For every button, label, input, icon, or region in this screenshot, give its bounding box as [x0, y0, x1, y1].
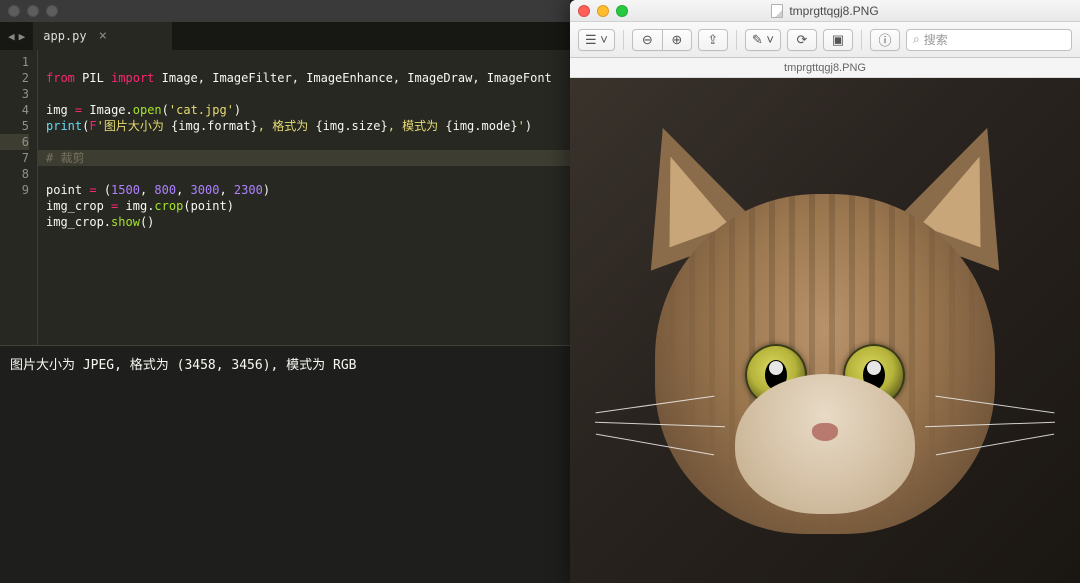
preview-window: tmprgttqgj8.PNG ☰ ˅ ⊖ ⊕ ⇪ ✎ ˅ ⟳ ▣ ⓘ ⌕ 搜索… — [570, 0, 1080, 583]
separator — [861, 30, 862, 50]
close-icon[interactable] — [8, 5, 20, 17]
op-eq: = — [75, 103, 82, 117]
import-names: Image, ImageFilter, ImageEnhance, ImageD… — [162, 71, 552, 85]
line-number: 6 — [0, 134, 29, 150]
nav-forward-icon[interactable]: ▶ — [19, 30, 26, 43]
num: 800 — [154, 183, 176, 197]
info-button[interactable]: ⓘ — [870, 29, 900, 51]
fexp: {img.format} — [171, 119, 258, 133]
comment: # 裁剪 — [46, 151, 84, 165]
markup-button[interactable]: ✎ ˅ — [745, 29, 781, 51]
image-viewport[interactable] — [570, 78, 1080, 583]
markup-icon: ✎ — [752, 32, 763, 48]
share-icon: ⇪ — [707, 32, 718, 48]
minimize-icon[interactable] — [27, 5, 39, 17]
search-icon: ⌕ — [913, 32, 920, 47]
line-number: 1 — [0, 54, 29, 70]
preview-toolbar: ☰ ˅ ⊖ ⊕ ⇪ ✎ ˅ ⟳ ▣ ⓘ ⌕ 搜索 — [570, 22, 1080, 58]
separator — [736, 30, 737, 50]
zoom-out-icon: ⊖ — [642, 32, 653, 48]
close-icon[interactable] — [578, 5, 590, 17]
tab-bar: ◀ ▶ app.py × — [0, 22, 570, 50]
zoom-out-button[interactable]: ⊖ — [632, 29, 662, 51]
line-number: 5 — [0, 118, 29, 134]
title-filename: tmprgttqgj8.PNG — [789, 4, 878, 18]
fexp: {img.mode} — [445, 119, 517, 133]
search-input[interactable]: ⌕ 搜索 — [906, 29, 1072, 51]
pkg: PIL — [82, 71, 104, 85]
line-number: 2 — [0, 70, 29, 86]
window-title: tmprgttqgj8.PNG — [570, 4, 1080, 18]
fexp: {img.size} — [315, 119, 387, 133]
crop-button[interactable]: ▣ — [823, 29, 853, 51]
line-number: 7 — [0, 150, 29, 166]
line-number: 3 — [0, 86, 29, 102]
kw-from: from — [46, 71, 75, 85]
obj: img_crop — [46, 215, 104, 229]
num: 3000 — [191, 183, 220, 197]
maximize-icon[interactable] — [46, 5, 58, 17]
fn-show: show — [111, 215, 140, 229]
tab-label: app.py — [43, 29, 86, 43]
kw-import: import — [111, 71, 154, 85]
code-area[interactable]: from PIL import Image, ImageFilter, Imag… — [38, 50, 570, 345]
line-number: 9 — [0, 182, 29, 198]
cat-image — [605, 124, 1045, 583]
str-arg: 'cat.jpg' — [169, 103, 234, 117]
fn-open: open — [133, 103, 162, 117]
rotate-icon: ⟳ — [797, 32, 808, 48]
console-output: 图片大小为 JPEG, 格式为 (3458, 3456), 模式为 RGB — [10, 354, 560, 373]
num: 2300 — [234, 183, 263, 197]
search-placeholder: 搜索 — [924, 31, 948, 48]
str: , 格式为 — [258, 119, 316, 133]
zoom-in-icon: ⊕ — [671, 32, 682, 48]
preview-titlebar[interactable]: tmprgttqgj8.PNG — [570, 0, 1080, 22]
info-icon: ⓘ — [878, 30, 891, 49]
sidebar-toggle-button[interactable]: ☰ ˅ — [578, 29, 615, 51]
str: , 模式为 — [388, 119, 446, 133]
editor-body: 1 2 3 4 5 6 7 8 9 from PIL import Image,… — [0, 50, 570, 345]
path-bar: tmprgttqgj8.PNG — [570, 58, 1080, 78]
minimize-icon[interactable] — [597, 5, 609, 17]
var: img — [46, 103, 68, 117]
op-eq: = — [111, 199, 118, 213]
line-number: 8 — [0, 166, 29, 182]
share-button[interactable]: ⇪ — [698, 29, 728, 51]
separator — [623, 30, 624, 50]
rotate-button[interactable]: ⟳ — [787, 29, 817, 51]
line-number: 4 — [0, 102, 29, 118]
crop-icon: ▣ — [832, 32, 844, 48]
op-eq: = — [89, 183, 96, 197]
dot: . — [126, 103, 133, 117]
var: img_crop — [46, 199, 104, 213]
fn-print: print — [46, 119, 82, 133]
zoom-in-button[interactable]: ⊕ — [662, 29, 692, 51]
editor-window: ◀ ▶ app.py × 1 2 3 4 5 6 7 8 9 from PIL … — [0, 0, 570, 583]
path-filename: tmprgttqgj8.PNG — [784, 62, 866, 74]
maximize-icon[interactable] — [616, 5, 628, 17]
obj: img — [126, 199, 148, 213]
str: ' — [518, 119, 525, 133]
str: '图片大小为 — [97, 119, 171, 133]
var: point — [46, 183, 82, 197]
obj: Image — [89, 103, 125, 117]
sidebar-icon: ☰ — [585, 32, 597, 48]
num: 1500 — [111, 183, 140, 197]
line-gutter: 1 2 3 4 5 6 7 8 9 — [0, 50, 38, 345]
console-panel[interactable]: 图片大小为 JPEG, 格式为 (3458, 3456), 模式为 RGB — [0, 345, 570, 583]
tab-app-py[interactable]: app.py × — [33, 22, 173, 50]
nav-back-icon[interactable]: ◀ — [8, 30, 15, 43]
f-prefix: F — [89, 119, 96, 133]
tab-close-icon[interactable]: × — [99, 29, 107, 43]
file-icon — [771, 4, 783, 18]
fn-crop: crop — [154, 199, 183, 213]
arg: point — [191, 199, 227, 213]
editor-titlebar[interactable] — [0, 0, 570, 22]
